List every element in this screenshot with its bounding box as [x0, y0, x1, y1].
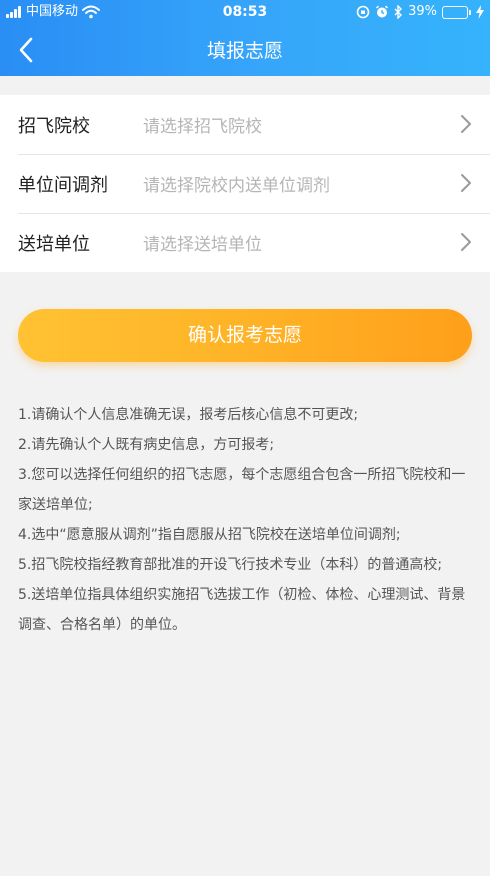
adjustment-label: 单位间调剂: [18, 174, 108, 196]
battery-percent: 39%: [408, 4, 437, 19]
charging-icon: [476, 5, 484, 19]
note-item: 3.您可以选择任何组织的招飞志愿，每个志愿组合包含一所招飞院校和一家送培单位;: [18, 467, 466, 513]
chevron-right-icon: [461, 174, 471, 192]
application-form: 招飞院校 请选择招飞院校 单位间调剂 请选择院校内送单位调剂 送培单位 请选择送…: [0, 95, 490, 272]
academy-label: 招飞院校: [18, 115, 90, 137]
training-unit-select[interactable]: 请选择送培单位: [143, 230, 262, 255]
battery-icon: [442, 5, 471, 19]
note-item: 2.请先确认个人既有病史信息，方可报考;: [18, 437, 275, 453]
notes-list: 1.请确认个人信息准确无误，报考后核心信息不可更改; 2.请先确认个人既有病史信…: [18, 400, 470, 640]
status-bar: 中国移动 08:53 39%: [0, 0, 490, 24]
form-row-adjustment[interactable]: 单位间调剂 请选择院校内送单位调剂: [0, 154, 490, 213]
chevron-right-icon: [461, 115, 471, 133]
status-right: 39%: [351, 4, 484, 20]
note-item: 5.招飞院校指经教育部批准的开设飞行技术专业（本科）的普通高校;: [18, 557, 443, 573]
bluetooth-icon: [394, 5, 403, 19]
form-row-academy[interactable]: 招飞院校 请选择招飞院校: [0, 95, 490, 154]
nav-bar: 填报志愿: [0, 24, 490, 76]
page-title: 填报志愿: [206, 40, 283, 62]
adjustment-select[interactable]: 请选择院校内送单位调剂: [143, 171, 330, 196]
confirm-application-button[interactable]: 确认报考志愿: [18, 309, 472, 362]
academy-select[interactable]: 请选择招飞院校: [143, 112, 262, 137]
note-item: 1.请确认个人信息准确无误，报考后核心信息不可更改;: [18, 407, 359, 423]
note-item: 4.选中“愿意服从调剂”指自愿服从招飞院校在送培单位间调剂;: [18, 527, 401, 543]
note-item: 5.送培单位指具体组织实施招飞选拔工作（初检、体检、心理测试、背景调查、合格名单…: [18, 587, 466, 633]
chevron-right-icon: [461, 233, 471, 251]
alarm-icon: [375, 5, 389, 19]
training-unit-label: 送培单位: [18, 233, 90, 255]
orientation-lock-icon: [356, 5, 370, 19]
form-row-training-unit[interactable]: 送培单位 请选择送培单位: [0, 213, 490, 272]
top-bar: 中国移动 08:53 39% 填报志愿: [0, 0, 490, 76]
